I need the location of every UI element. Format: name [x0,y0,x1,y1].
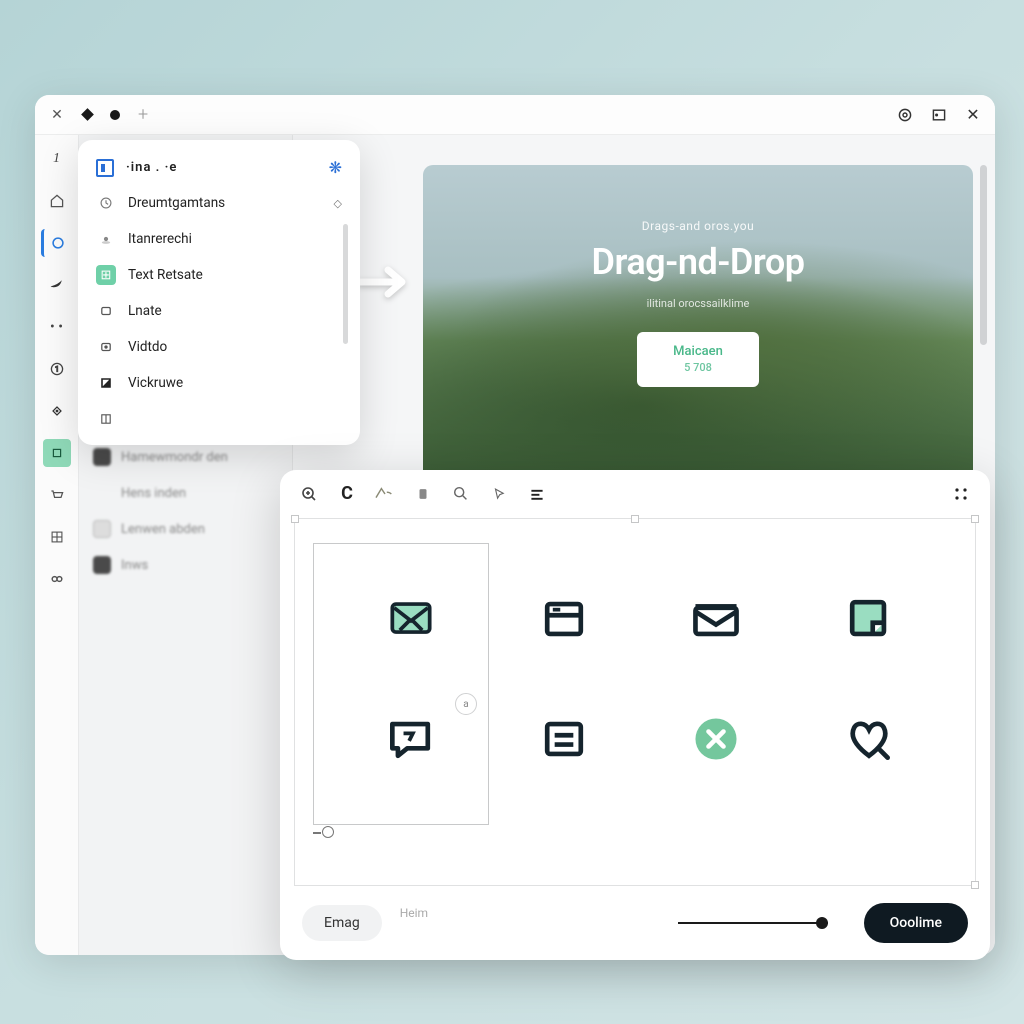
cursor-icon[interactable] [488,483,510,505]
tag-chip[interactable]: Emag [302,905,382,941]
archive-icon[interactable] [412,483,434,505]
panel-icon [96,159,114,177]
icon-close-circle[interactable] [686,709,746,769]
sparkle-icon[interactable]: ❋ [329,158,342,177]
tool-number-icon[interactable]: 1 [43,355,71,383]
shape-icon [96,373,116,393]
text-icon: ⊞ [96,265,116,285]
tool-diamond-icon[interactable] [43,397,71,425]
scrollbar[interactable] [980,165,987,345]
tool-cart-icon[interactable] [43,481,71,509]
resize-handle[interactable] [291,515,299,523]
tab-circle-icon[interactable] [110,110,120,120]
resize-handle[interactable] [631,515,639,523]
eyedrop-icon[interactable] [450,483,472,505]
picker-footer: Emag Heim Ooolime [280,886,990,960]
box-icon [96,301,116,321]
help-icon[interactable] [897,107,913,123]
popover-item[interactable]: Lnate [78,293,360,329]
chevron-icon: ◇ [334,197,342,210]
tab-close-icon[interactable]: ✕ [49,107,65,123]
list-item[interactable]: Inws [79,547,292,583]
hero-cta-button[interactable]: Maicaen 5 708 [637,332,759,387]
arrow-icon [358,264,418,304]
popover-scrollbar[interactable] [343,224,348,344]
list-item[interactable]: Lenwen abden [79,511,292,547]
titlebar: ✕ + ✕ [35,95,995,135]
icon-mail-x[interactable] [381,589,441,649]
svg-text:1: 1 [54,364,58,373]
size-slider[interactable] [678,922,828,924]
picker-canvas[interactable]: a [294,518,976,886]
tool-home-icon[interactable] [43,187,71,215]
icon-picker-panel: C a [280,470,990,960]
selection-knob-icon[interactable] [322,826,334,838]
video-icon [96,337,116,357]
picker-toolbar: C [280,470,990,518]
footer-hint: Heim [400,906,428,920]
resize-handle[interactable] [971,515,979,523]
hero-block[interactable]: Drags-and oros.you Drag-nd-Drop ilitinal… [423,165,973,485]
close-window-icon[interactable]: ✕ [965,107,981,123]
icon-chat[interactable] [381,709,441,769]
tool-grid-icon[interactable] [43,523,71,551]
zoom-icon[interactable] [298,483,320,505]
tab-add-icon[interactable]: + [138,104,148,125]
hero-title: Drag-nd-Drop [592,241,805,283]
icon-sticky[interactable] [839,589,899,649]
pen-tool-icon[interactable] [374,483,396,505]
list-item[interactable]: Hens inden [79,475,292,511]
tool-circle-icon[interactable] [41,229,69,257]
tool-pen-icon[interactable] [43,271,71,299]
tool-link-icon[interactable] [43,565,71,593]
component-popover: ·ina . ·e ❋ Dreumtgamtans ◇ Itanrerechi … [78,140,360,445]
tab-diamond-icon[interactable] [81,108,94,121]
refresh-icon[interactable]: C [336,483,358,505]
grid-icon [96,409,116,429]
popover-item[interactable]: Vickruwe [78,365,360,401]
icon-window[interactable] [534,589,594,649]
window-icon[interactable] [931,107,947,123]
popover-title: ·ina . ·e [126,160,177,175]
menu-icon[interactable] [526,483,548,505]
dot-icon [96,229,116,249]
tool-frame-icon[interactable] [43,439,71,467]
popover-item[interactable]: Dreumtgamtans ◇ [78,185,360,221]
popover-item[interactable]: ⊞ Text Retsate [78,257,360,293]
clock-icon [96,193,116,213]
icon-heart[interactable] [839,709,899,769]
tool-more-icon[interactable]: • • [43,313,71,341]
icon-envelope[interactable] [686,589,746,649]
hero-tagline: Drags-and oros.you [642,219,754,233]
resize-handle[interactable] [971,881,979,889]
expand-icon[interactable] [950,483,972,505]
popover-item[interactable] [78,401,360,437]
hero-subtitle: ilitinal orocssailklime [647,297,750,310]
popover-item[interactable]: Itanrerechi [78,221,360,257]
icon-list[interactable] [534,709,594,769]
popover-item[interactable]: Vidtdo [78,329,360,365]
tool-text-icon[interactable]: 1 [43,145,71,173]
confirm-button[interactable]: Ooolime [864,903,968,943]
toolstrip: 1 • • 1 [35,135,79,955]
